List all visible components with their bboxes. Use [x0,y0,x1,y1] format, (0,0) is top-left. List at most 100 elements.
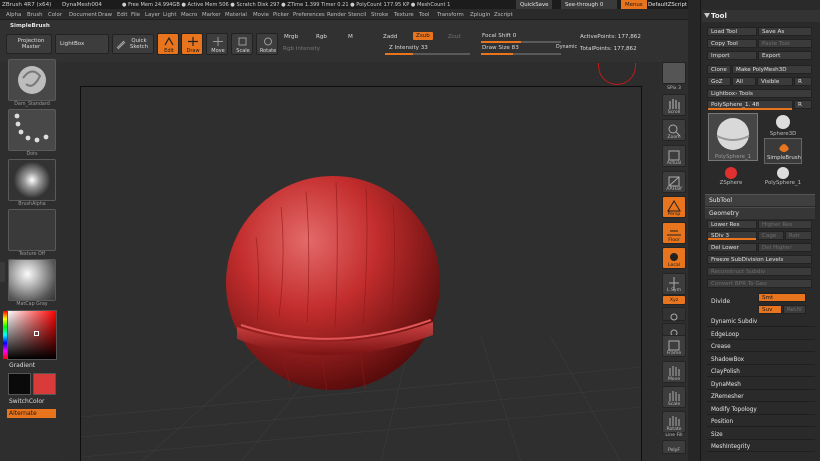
line-fill-label[interactable]: Line Fill [660,433,688,438]
divide-button[interactable]: Divide [711,299,730,305]
color-cursor[interactable] [34,331,39,336]
dynamic-subdiv-section[interactable]: Dynamic Subdiv [707,317,815,327]
del-higher-button[interactable]: Del Higher [758,243,812,252]
stroke-thumbnail[interactable] [8,109,56,151]
default-zscript-button[interactable]: DefaultZScript [644,0,691,9]
menu-material[interactable]: Material [225,12,247,18]
goz-button[interactable]: GoZ [707,77,731,86]
bpr-render-button[interactable] [662,62,686,84]
del-lower-button[interactable]: Del Lower [707,243,757,252]
quicksave-button[interactable]: QuickSave [516,0,553,9]
menu-macro[interactable]: Macro [181,12,197,18]
crease-section[interactable]: Crease [707,342,815,352]
current-tool-track[interactable] [708,108,792,110]
goz-r-button[interactable]: R [794,77,812,86]
see-through-slider[interactable]: See-through 0 [561,0,617,9]
sdiv-track[interactable] [708,238,756,240]
menu-picker[interactable]: Picker [273,12,289,18]
quick-sketch-button[interactable]: Quick Sketch [112,34,154,54]
save-as-button[interactable]: Save As [758,27,812,36]
scale-mode-button[interactable]: Scale [231,33,253,55]
rotate-mode-button[interactable]: Rotate [256,33,278,55]
projection-master-button[interactable]: Projection Master [6,34,52,54]
menu-zplugin[interactable]: Zplugin [470,12,490,18]
draw-size-track[interactable] [481,53,561,55]
make-polymesh-button[interactable]: Make PolyMesh3D [732,65,812,74]
menu-zscript[interactable]: Zscript [494,12,513,18]
active-tool-thumbnail[interactable]: PolySphere_1 [708,113,758,161]
focal-shift-track[interactable] [481,41,561,43]
color-picker[interactable] [3,310,57,360]
move-mode-button[interactable]: Move [206,33,228,55]
m-button[interactable]: M [348,34,353,40]
meshintegrity-section[interactable]: MeshIntegrity [707,442,815,452]
tool-header[interactable]: Tool [702,10,820,22]
brush-thumbnail[interactable] [8,59,56,101]
zremesher-section[interactable]: ZRemesher [707,392,815,402]
claypolish-section[interactable]: ClayPolish [707,367,815,377]
shadowbox-section[interactable]: ShadowBox [707,355,815,365]
geometry-header[interactable]: Geometry [705,207,815,219]
main-color-swatch[interactable] [33,373,56,395]
menu-light[interactable]: Light [163,12,176,18]
menu-render[interactable]: Render [327,12,346,18]
higher-res-button[interactable]: Higher Res [758,220,812,229]
lightbox-button[interactable]: LightBox [55,34,109,54]
convert-bpr-button[interactable]: Convert BPR To Geo [707,279,812,288]
subtool-header[interactable]: SubTool [705,194,815,206]
import-button[interactable]: Import [707,51,757,60]
menus-button[interactable]: Menus [621,0,647,9]
menu-transform[interactable]: Transform [437,12,464,18]
menu-marker[interactable]: Marker [202,12,221,18]
focal-shift-slider[interactable]: Focal Shift 0 [482,33,516,39]
switchcolor-button[interactable]: SwitchColor [9,399,45,405]
simplebrush-thumbnail[interactable]: SimpleBrush [764,138,802,164]
draw-size-slider[interactable]: Draw Size 83 [482,45,519,51]
menu-tool[interactable]: Tool [419,12,429,18]
modify-topology-section[interactable]: Modify Topology [707,405,815,415]
edgeloop-section[interactable]: EdgeLoop [707,330,815,340]
menu-movie[interactable]: Movie [253,12,269,18]
menu-draw[interactable]: Draw [98,12,112,18]
position-section[interactable]: Position [707,417,815,427]
zadd-button[interactable]: Zadd [383,34,397,40]
all-button[interactable]: All [732,77,756,86]
suv-toggle[interactable]: Suv [758,305,782,314]
zsub-button[interactable]: Zsub [413,32,433,40]
alpha-thumbnail[interactable] [8,159,56,201]
rgb-button[interactable]: Rgb [316,34,327,40]
load-tool-button[interactable]: Load Tool [707,27,757,36]
cage-button[interactable]: Cage [758,231,784,240]
size-section[interactable]: Size [707,430,815,440]
menu-stencil[interactable]: Stencil [348,12,366,18]
menu-texture[interactable]: Texture [394,12,414,18]
menu-file[interactable]: File [131,12,140,18]
menu-brush[interactable]: Brush [27,12,43,18]
freeze-subdivision-button[interactable]: Freeze SubDivision Levels [707,255,812,264]
zsphere-thumbnail[interactable]: ZSphere [712,164,750,190]
material-thumbnail[interactable] [8,259,56,301]
sphere3d-thumbnail[interactable]: Sphere3D [764,113,802,139]
texture-thumbnail[interactable] [8,209,56,251]
visible-button[interactable]: Visible [757,77,793,86]
dynamesh-section[interactable]: DynaMesh [707,380,815,390]
menu-layer[interactable]: Layer [145,12,160,18]
rgb-intensity-slider[interactable]: Rgb Intensity [283,46,320,52]
smt-toggle[interactable]: Smt [758,293,806,302]
polysphere-thumbnail[interactable]: PolySphere_1 [764,164,802,190]
menu-preferences[interactable]: Preferences [293,12,325,18]
reconstruct-subdiv-button[interactable]: Reconstruct Subdiv [707,267,812,276]
menu-alpha[interactable]: Alpha [6,12,21,18]
mrgb-button[interactable]: Mrgb [284,34,298,40]
edit-mode-button[interactable]: Edit [157,33,179,55]
y-rotate-button[interactable] [662,307,686,321]
paste-tool-button[interactable]: Paste Tool [758,39,812,48]
dynamic-button[interactable]: Dynamic [556,45,577,50]
hue-strip[interactable] [3,311,7,359]
rstr-button[interactable]: Rstr [785,231,812,240]
menu-color[interactable]: Color [48,12,62,18]
menu-stroke[interactable]: Stroke [371,12,388,18]
alternate-button[interactable]: Alternate [7,409,56,418]
draw-mode-button[interactable]: Draw [181,33,203,55]
menu-document[interactable]: Document [69,12,97,18]
